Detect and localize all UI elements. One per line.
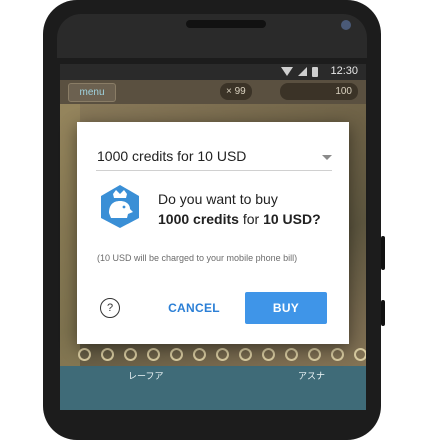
signal-icon — [298, 67, 307, 76]
game-top-bar: menu × 99 100 — [60, 80, 366, 104]
skill-orbs — [78, 348, 366, 361]
orb-icon — [331, 348, 344, 361]
orb-icon — [285, 348, 298, 361]
status-bar: 12:30 — [60, 64, 366, 80]
speaker-grille — [186, 20, 266, 28]
orb-icon — [262, 348, 275, 361]
menu-button[interactable]: menu — [68, 83, 116, 102]
credit-amount: 1000 credits — [158, 211, 239, 227]
status-time: 12:30 — [330, 65, 358, 77]
chevron-down-icon — [322, 155, 332, 160]
orb-icon — [170, 348, 183, 361]
orb-icon — [308, 348, 321, 361]
character-name-2: アスナ — [298, 371, 326, 381]
price-amount: 10 USD? — [263, 211, 321, 227]
power-button[interactable] — [381, 300, 385, 326]
purchase-dialog: 1000 credits for 10 USD Do you want to b… — [77, 122, 349, 344]
orb-icon — [354, 348, 366, 361]
wifi-icon — [281, 67, 293, 76]
battery-icon — [312, 67, 318, 77]
question-line-1: Do you want to buy — [158, 191, 278, 207]
question-connector: for — [238, 211, 264, 227]
item-count: × 99 — [220, 83, 252, 100]
orb-icon — [78, 348, 91, 361]
question-line-2: 1000 credits for 10 USD? — [158, 211, 321, 227]
credit-count: 100 — [280, 83, 358, 100]
front-camera — [341, 20, 351, 30]
buy-button[interactable]: BUY — [245, 292, 327, 324]
product-select[interactable]: 1000 credits for 10 USD — [96, 148, 332, 171]
status-icons — [281, 67, 318, 77]
volume-button[interactable] — [381, 236, 385, 270]
help-button[interactable]: ? — [100, 298, 120, 318]
character-name-1: レーフア — [128, 371, 164, 381]
orb-icon — [239, 348, 252, 361]
cancel-button[interactable]: CANCEL — [162, 292, 226, 324]
charge-note: (10 USD will be charged to your mobile p… — [97, 253, 298, 263]
orb-icon — [216, 348, 229, 361]
orb-icon — [147, 348, 160, 361]
orb-icon — [101, 348, 114, 361]
app-logo-icon — [101, 185, 139, 228]
orb-icon — [124, 348, 137, 361]
orb-icon — [193, 348, 206, 361]
product-select-value: 1000 credits for 10 USD — [97, 148, 247, 164]
